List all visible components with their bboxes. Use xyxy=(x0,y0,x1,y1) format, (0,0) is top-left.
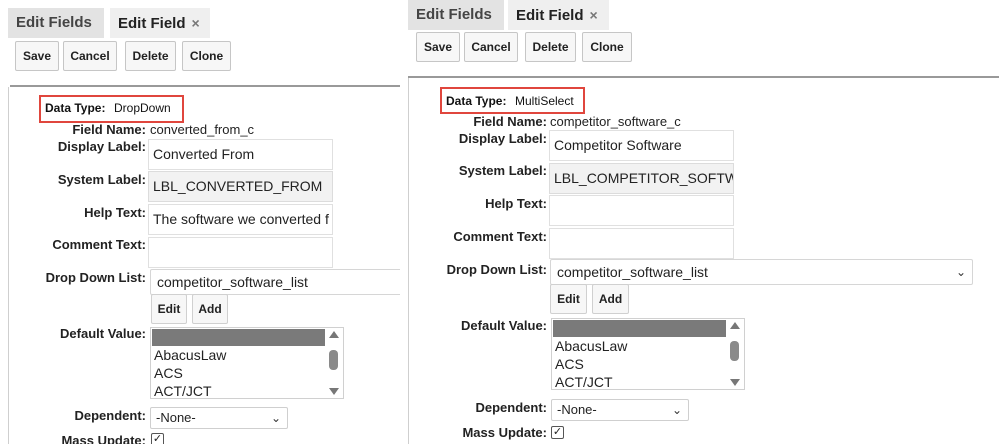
field-name-label: Field Name: xyxy=(72,122,146,137)
clone-button[interactable]: Clone xyxy=(582,32,632,62)
field-name-value: competitor_software_c xyxy=(550,114,681,129)
close-icon[interactable]: × xyxy=(590,7,598,23)
chevron-down-icon: ⌄ xyxy=(671,403,682,417)
scroll-up-icon[interactable] xyxy=(329,331,339,338)
comment-text-label: Comment Text: xyxy=(453,229,547,244)
display-label-input[interactable]: Converted From xyxy=(148,139,333,170)
default-value-label: Default Value: xyxy=(461,318,547,333)
comment-text-input[interactable] xyxy=(148,237,333,268)
tab-label: Edit Fields xyxy=(16,14,92,31)
list-option[interactable]: AbacusLaw xyxy=(552,337,744,355)
drop-down-list-select[interactable]: competitor_software_list ⌄ xyxy=(550,259,973,285)
save-button[interactable]: Save xyxy=(15,41,59,71)
cancel-button[interactable]: Cancel xyxy=(464,32,518,62)
tab-label: Edit Field xyxy=(118,15,186,32)
mass-update-label: Mass Update: xyxy=(61,433,146,444)
tab-edit-fields[interactable]: Edit Fields xyxy=(8,8,104,38)
comment-text-input[interactable] xyxy=(549,228,734,259)
scrollbar[interactable] xyxy=(726,319,744,389)
mass-update-label: Mass Update: xyxy=(462,425,547,440)
delete-button[interactable]: Delete xyxy=(125,41,176,71)
list-option[interactable]: AbacusLaw xyxy=(151,346,343,364)
list-option[interactable]: ACS xyxy=(552,355,744,373)
tab-label: Edit Field xyxy=(516,7,584,24)
display-label-label: Display Label: xyxy=(458,131,547,146)
scroll-thumb[interactable] xyxy=(730,341,739,361)
drop-down-list-value: competitor_software_list xyxy=(557,264,708,280)
dependent-value: -None- xyxy=(557,402,597,417)
divider xyxy=(408,76,999,78)
drop-down-list-select[interactable]: competitor_software_list xyxy=(150,269,400,295)
chevron-down-icon: ⌄ xyxy=(270,411,281,425)
help-text-label: Help Text: xyxy=(485,196,547,211)
field-name-value: converted_from_c xyxy=(150,122,255,137)
divider xyxy=(10,85,400,87)
drop-down-list-label: Drop Down List: xyxy=(45,270,146,285)
comment-text-label: Comment Text: xyxy=(52,237,146,252)
system-label-field: LBL_COMPETITOR_SOFTW xyxy=(549,163,734,194)
display-label-input[interactable]: Competitor Software xyxy=(549,130,734,161)
default-value-listbox[interactable]: AbacusLaw ACS ACT/JCT xyxy=(150,327,344,399)
chevron-down-icon: ⌄ xyxy=(955,265,966,279)
scroll-down-icon[interactable] xyxy=(329,388,339,395)
close-icon[interactable]: × xyxy=(192,15,200,31)
tab-edit-field[interactable]: Edit Field × xyxy=(110,8,210,38)
help-text-input[interactable] xyxy=(549,195,734,226)
list-option[interactable]: ACT/JCT xyxy=(151,382,343,398)
edit-list-button[interactable]: Edit xyxy=(550,284,587,314)
default-value-listbox[interactable]: AbacusLaw ACS ACT/JCT xyxy=(551,318,745,390)
data-type-label: Data Type: xyxy=(446,94,507,108)
dependent-label: Dependent: xyxy=(475,400,548,415)
scrollbar[interactable] xyxy=(325,328,343,398)
dependent-label: Dependent: xyxy=(74,408,147,423)
cancel-button[interactable]: Cancel xyxy=(63,41,117,71)
system-label-field: LBL_CONVERTED_FROM xyxy=(148,171,333,202)
drop-down-list-value: competitor_software_list xyxy=(157,274,308,290)
mass-update-checkbox[interactable]: ✓ xyxy=(151,433,164,444)
clone-button[interactable]: Clone xyxy=(182,41,231,71)
default-value-label: Default Value: xyxy=(60,326,146,341)
save-button[interactable]: Save xyxy=(416,32,460,62)
display-label-label: Display Label: xyxy=(57,139,146,154)
left-panel: Edit Fields Edit Field × Save Cancel Dele… xyxy=(0,0,400,444)
form-border xyxy=(408,78,409,444)
scroll-thumb[interactable] xyxy=(329,350,338,370)
help-text-label: Help Text: xyxy=(84,205,146,220)
drop-down-list-label: Drop Down List: xyxy=(446,262,547,277)
data-type-value: DropDown xyxy=(114,101,171,115)
dependent-value: -None- xyxy=(156,410,196,425)
system-label-label: System Label: xyxy=(57,172,146,187)
help-text-input[interactable]: The software we converted f xyxy=(148,204,333,235)
selected-blank-option[interactable] xyxy=(152,329,342,346)
data-type-label: Data Type: xyxy=(45,101,106,115)
system-label-label: System Label: xyxy=(458,163,547,178)
right-panel: Edit Fields Edit Field × Save Cancel Dele… xyxy=(405,0,999,444)
tab-edit-field[interactable]: Edit Field × xyxy=(508,0,609,30)
tab-edit-fields[interactable]: Edit Fields xyxy=(408,0,504,30)
dependent-select[interactable]: -None- ⌄ xyxy=(150,407,288,429)
list-option[interactable]: ACT/JCT xyxy=(552,373,744,389)
field-name-label: Field Name: xyxy=(473,114,547,129)
data-type-value: MultiSelect xyxy=(515,94,574,108)
form-border xyxy=(8,87,9,444)
delete-button[interactable]: Delete xyxy=(525,32,576,62)
add-list-button[interactable]: Add xyxy=(592,284,629,314)
edit-list-button[interactable]: Edit xyxy=(151,294,187,324)
dependent-select[interactable]: -None- ⌄ xyxy=(551,399,689,421)
mass-update-checkbox[interactable]: ✓ xyxy=(551,426,564,439)
tab-label: Edit Fields xyxy=(416,6,492,23)
scroll-up-icon[interactable] xyxy=(730,322,740,329)
scroll-down-icon[interactable] xyxy=(730,379,740,386)
list-option[interactable]: ACS xyxy=(151,364,343,382)
add-list-button[interactable]: Add xyxy=(192,294,228,324)
selected-blank-option[interactable] xyxy=(553,320,743,337)
